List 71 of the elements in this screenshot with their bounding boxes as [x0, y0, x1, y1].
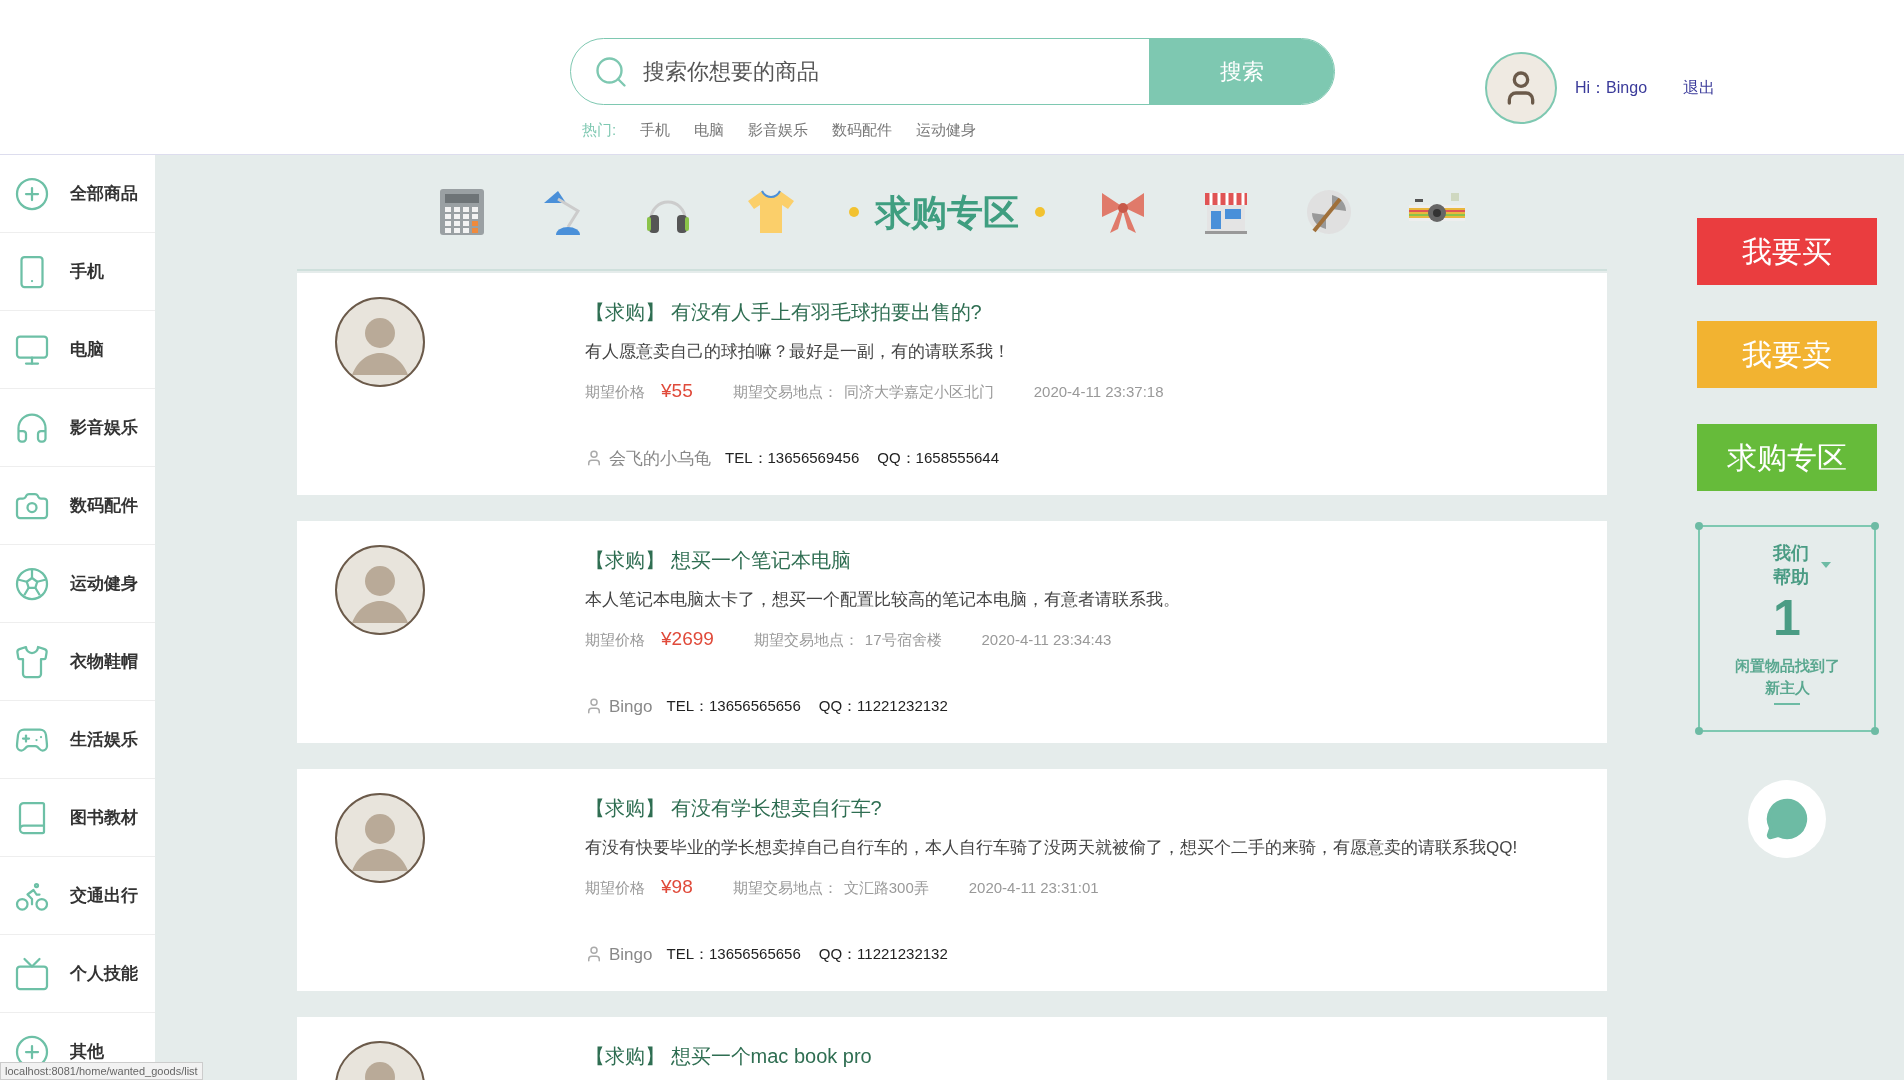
- stats-heading: 我们帮助: [1773, 541, 1810, 589]
- chat-icon: [1765, 797, 1809, 841]
- banner-title: 求购专区: [875, 190, 1019, 235]
- post-title[interactable]: 【求购】 有没有人手上有羽毛球拍要出售的?: [585, 297, 1164, 327]
- hot-tag-link[interactable]: 电脑: [694, 119, 725, 142]
- sidebar-item[interactable]: 交通出行: [0, 857, 155, 935]
- sidebar-item[interactable]: 个人技能: [0, 935, 155, 1013]
- side-button[interactable]: 我要买: [1697, 218, 1877, 285]
- price-label: 期望价格: [585, 630, 645, 650]
- post-title[interactable]: 【求购】 有没有学长想卖自行车?: [585, 793, 1518, 823]
- divider-line: [1774, 703, 1800, 705]
- sidebar-item[interactable]: 影音娱乐: [0, 389, 155, 467]
- hot-label: 热门:: [582, 120, 617, 140]
- stats-caption: 闲置物品找到了新主人: [1733, 656, 1841, 699]
- ball-icon: [14, 565, 50, 602]
- post-title[interactable]: 【求购】 想买一个笔记本电脑: [585, 545, 1180, 575]
- avatar-icon: [335, 793, 425, 883]
- tel-text: TEL：13656565656: [666, 696, 801, 716]
- stats-number: 1: [1773, 589, 1801, 647]
- price-label: 期望价格: [585, 878, 645, 898]
- post-time: 2020-4-11 23:37:18: [1033, 382, 1164, 402]
- location-text: 文汇路300弄: [843, 878, 929, 898]
- hot-tag-link[interactable]: 手机: [640, 119, 671, 142]
- location-label: 期望交易地点：: [732, 382, 838, 402]
- shirt-icon: [14, 643, 50, 680]
- sidebar-item[interactable]: 数码配件: [0, 467, 155, 545]
- location-text: 同济大学嘉定小区北门: [843, 382, 994, 402]
- status-url: localhost:8081/home/wanted_goods/list: [0, 1061, 203, 1080]
- post-time: 2020-4-11 23:31:01: [968, 878, 1099, 898]
- sidebar-item[interactable]: 全部商品: [0, 155, 155, 233]
- avatar-icon: [335, 297, 425, 387]
- post-description: 有人愿意卖自己的球拍嘛？最好是一副，有的请联系我！: [585, 341, 1011, 363]
- price-label: 期望价格: [585, 382, 645, 402]
- hot-tag-link[interactable]: 影音娱乐: [748, 119, 809, 142]
- qq-text: QQ：1658555644: [877, 448, 1000, 468]
- price-text: ¥55: [661, 379, 693, 403]
- greeting-text: Hi：Bingo: [1575, 78, 1648, 98]
- price-text: ¥2699: [661, 627, 714, 651]
- tv-icon: [14, 955, 50, 992]
- post-title[interactable]: 【求购】 想买一个mac book pro: [585, 1041, 872, 1071]
- post-time: 2020-4-11 23:34:43: [981, 630, 1112, 650]
- user-icon: [585, 697, 603, 716]
- sidebar-item[interactable]: 运动健身: [0, 545, 155, 623]
- user-name: Bingo: [609, 943, 653, 966]
- logout-link[interactable]: 退出: [1683, 76, 1716, 100]
- tel-text: TEL：13656565656: [666, 944, 801, 964]
- hot-tag-link[interactable]: 数码配件: [832, 119, 893, 142]
- plus-icon: [14, 175, 50, 212]
- location-label: 期望交易地点：: [753, 630, 859, 650]
- calculator-icon: [437, 187, 487, 237]
- location-text: 17号宿舍楼: [864, 630, 942, 650]
- price-text: ¥98: [661, 875, 693, 899]
- avatar-icon: [335, 545, 425, 635]
- qq-text: QQ：11221232132: [818, 696, 948, 716]
- caret-icon: [1821, 562, 1831, 568]
- user-icon: [585, 449, 603, 468]
- sidebar-item[interactable]: 生活娱乐: [0, 701, 155, 779]
- hot-tag-link[interactable]: 运动健身: [916, 119, 977, 142]
- axe-icon: [1304, 187, 1354, 237]
- sidebar-item[interactable]: 图书教材: [0, 779, 155, 857]
- post-description: 有没有快要毕业的学长想卖掉自己自行车的，本人自行车骑了没两天就被偷了，想买个二手的来骑，有愿意卖的请联系我QQ!: [585, 837, 1518, 859]
- sidebar-item[interactable]: 衣物鞋帽: [0, 623, 155, 701]
- post-description: 本人笔记本电脑太卡了，想买一个配置比较高的笔记本电脑，有意者请联系我。: [585, 589, 1180, 611]
- user-name: Bingo: [609, 695, 653, 718]
- sidebar-item[interactable]: 手机: [0, 233, 155, 311]
- user-name: 会飞的小乌龟: [609, 447, 711, 470]
- tel-text: TEL：13656569456: [725, 448, 860, 468]
- location-label: 期望交易地点：: [732, 878, 838, 898]
- qq-text: QQ：11221232132: [818, 944, 948, 964]
- sidebar-item[interactable]: 电脑: [0, 311, 155, 389]
- user-icon: [585, 945, 603, 964]
